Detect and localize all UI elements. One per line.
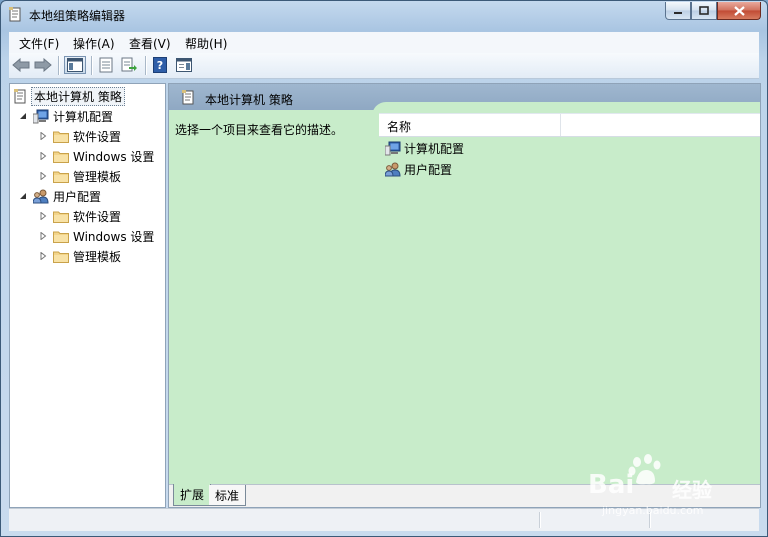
export-list-button[interactable]: [119, 56, 139, 74]
back-button[interactable]: [11, 56, 31, 74]
toolbar-separator: [145, 56, 147, 75]
close-icon: [733, 5, 745, 16]
toolbar: ?: [9, 53, 759, 79]
expand-arrow-icon[interactable]: [38, 152, 47, 161]
app-window: 本地组策略编辑器 文件(F) 操作(A) 查看(V) 帮助(H) ? 本地计算机…: [0, 0, 768, 537]
tree-item-computer-software-settings[interactable]: 软件设置: [38, 127, 121, 145]
help-button[interactable]: ?: [150, 56, 170, 74]
forward-icon: [34, 58, 52, 72]
tree-computer-windows-label: Windows 设置: [73, 149, 155, 164]
close-button[interactable]: [717, 2, 761, 20]
window-controls: [665, 2, 761, 20]
menu-bar: 文件(F) 操作(A) 查看(V) 帮助(H): [9, 32, 759, 53]
tree-user-config-label: 用户配置: [53, 189, 102, 204]
expand-arrow-icon[interactable]: [38, 132, 47, 141]
properties-icon: [99, 57, 113, 73]
folder-icon: [53, 151, 69, 163]
collapse-arrow-icon[interactable]: [18, 192, 27, 201]
tree-item-root[interactable]: 本地计算机 策略: [14, 86, 125, 106]
window-title: 本地组策略编辑器: [29, 9, 126, 23]
folder-icon: [53, 171, 69, 183]
tree-pane: 本地计算机 策略 计算机配置 软件设置 Windows 设置 管理模板 用户配置: [9, 83, 166, 508]
tab-expanded[interactable]: 扩展: [173, 484, 212, 506]
status-divider: [539, 512, 541, 528]
tree-item-user-windows-settings[interactable]: Windows 设置: [38, 227, 154, 245]
policy-document-icon: [182, 90, 194, 105]
toolbar-separator: [91, 56, 93, 75]
tree-user-software-label: 软件设置: [73, 209, 122, 224]
folder-icon: [53, 211, 69, 223]
tree-item-computer-config[interactable]: 计算机配置: [18, 107, 113, 125]
show-hide-tree-icon: [67, 58, 83, 72]
policy-document-icon: [9, 7, 21, 22]
action-pane-icon: [176, 58, 192, 72]
tree-root-label: 本地计算机 策略: [31, 86, 125, 106]
tree-computer-config-label: 计算机配置: [53, 109, 114, 124]
computer-config-icon: [33, 109, 49, 123]
folder-icon: [53, 231, 69, 243]
collapse-arrow-icon[interactable]: [18, 112, 27, 121]
properties-button[interactable]: [96, 56, 116, 74]
list-item-label: 用户配置: [404, 162, 453, 177]
toolbar-separator: [58, 56, 60, 75]
policy-document-icon: [14, 88, 26, 103]
details-header-title: 本地计算机 策略: [205, 93, 293, 107]
expand-arrow-icon[interactable]: [38, 232, 47, 241]
expand-arrow-icon[interactable]: [38, 172, 47, 181]
minimize-icon: [674, 11, 682, 14]
user-config-icon: [33, 189, 49, 203]
forward-button[interactable]: [33, 56, 53, 74]
tree-computer-admin-label: 管理模板: [73, 169, 122, 184]
list-item[interactable]: 用户配置: [385, 160, 452, 178]
folder-icon: [53, 251, 69, 263]
tree-computer-software-label: 软件设置: [73, 129, 122, 144]
back-icon: [12, 58, 30, 72]
tree-item-computer-admin-templates[interactable]: 管理模板: [38, 167, 121, 185]
tree-user-admin-label: 管理模板: [73, 249, 122, 264]
tab-standard[interactable]: 标准: [209, 485, 247, 506]
action-pane-button[interactable]: [174, 56, 194, 74]
item-description: 选择一个项目来查看它的描述。: [175, 123, 344, 137]
show-hide-tree-button[interactable]: [64, 56, 86, 74]
svg-text:?: ?: [157, 59, 163, 72]
maximize-button[interactable]: [691, 2, 717, 20]
help-icon: ?: [153, 57, 167, 73]
maximize-icon: [699, 6, 709, 15]
menu-view[interactable]: 查看(V): [129, 35, 171, 52]
tree-item-user-software-settings[interactable]: 软件设置: [38, 207, 121, 225]
tree-user-windows-label: Windows 设置: [73, 229, 155, 244]
expand-arrow-icon[interactable]: [38, 252, 47, 261]
menu-file[interactable]: 文件(F): [19, 35, 59, 52]
computer-config-icon: [385, 141, 401, 155]
tree-item-user-config[interactable]: 用户配置: [18, 187, 101, 205]
tree-item-computer-windows-settings[interactable]: Windows 设置: [38, 147, 154, 165]
list-column-header: 名称: [379, 113, 760, 137]
expand-arrow-icon[interactable]: [38, 212, 47, 221]
view-tabs: 扩展 标准: [169, 484, 760, 507]
tree-item-user-admin-templates[interactable]: 管理模板: [38, 247, 121, 265]
title-bar[interactable]: 本地组策略编辑器: [1, 1, 767, 29]
list-item-label: 计算机配置: [404, 141, 465, 156]
menu-action[interactable]: 操作(A): [73, 35, 115, 52]
column-divider[interactable]: [560, 114, 561, 136]
folder-icon: [53, 131, 69, 143]
column-name-header[interactable]: 名称: [387, 118, 411, 135]
status-divider: [649, 512, 651, 528]
export-list-icon: [121, 57, 137, 72]
status-bar: [9, 508, 759, 531]
details-pane: 本地计算机 策略 选择一个项目来查看它的描述。 名称 计算机配置 用户配置 扩展…: [168, 83, 761, 508]
menu-help[interactable]: 帮助(H): [185, 35, 227, 52]
user-config-icon: [385, 162, 401, 176]
minimize-button[interactable]: [665, 2, 691, 20]
list-item[interactable]: 计算机配置: [385, 139, 464, 157]
